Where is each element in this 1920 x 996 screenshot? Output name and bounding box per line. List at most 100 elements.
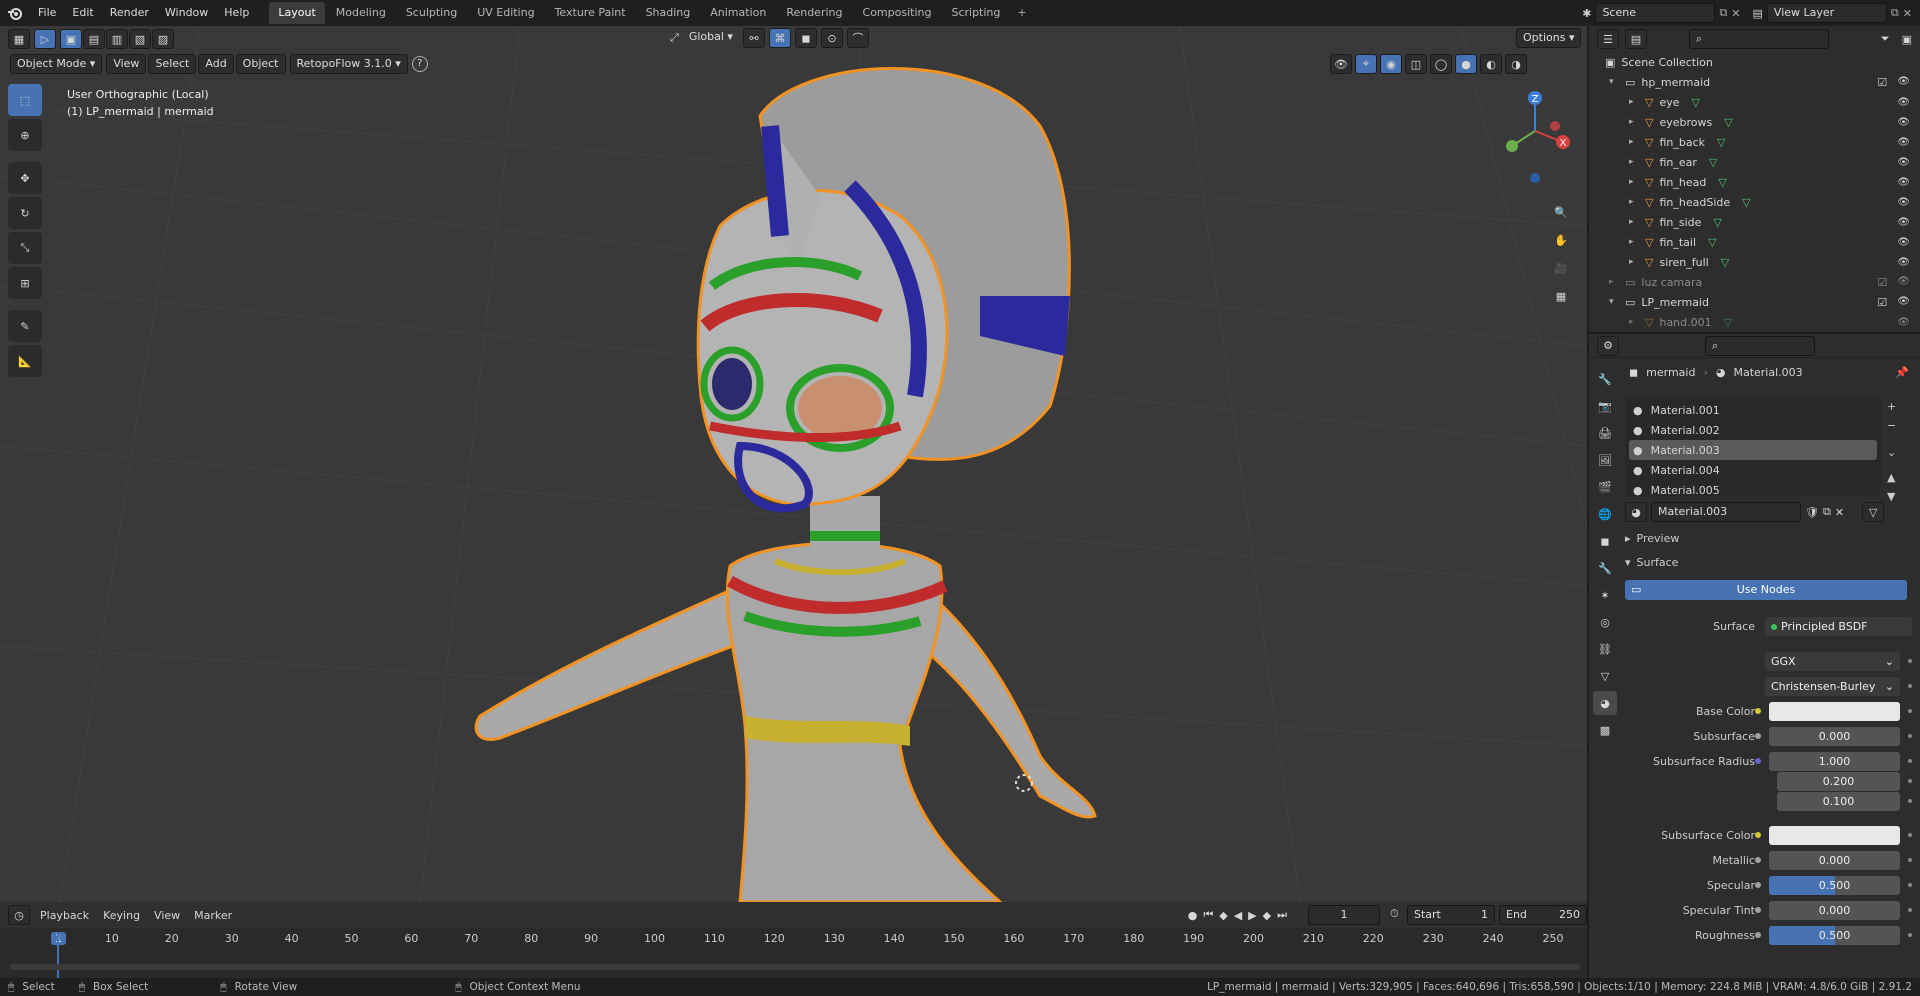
visibility-eye-icon[interactable]: 👁	[1897, 197, 1910, 208]
visibility-eye-icon[interactable]: 👁	[1897, 276, 1910, 289]
constraints-tab-icon[interactable]: ⛓	[1593, 637, 1617, 661]
object-row[interactable]: ▸ ▽ eye ▽ 👁	[1597, 92, 1920, 112]
properties-search[interactable]: ⌕	[1705, 335, 1815, 356]
metallic-field[interactable]: 0.000	[1769, 850, 1900, 870]
viewport-menu-view[interactable]: View	[106, 54, 147, 74]
world-tab-icon[interactable]: 🌐	[1593, 502, 1617, 526]
mode-selector[interactable]: Object Mode ▾	[10, 54, 103, 74]
cursor-tool[interactable]: ⊕	[8, 119, 42, 151]
properties-editor[interactable]: ⚙ ⌕ 🔧 📷 🖨 🖼 🎬 🌐 ◼ 🔧 ✶ ◎ ⛓ ▽ ◕ ▩ ◼ mermai…	[1589, 334, 1920, 978]
base-color-keyframe-icon[interactable]	[1908, 709, 1912, 713]
tab-compositing[interactable]: Compositing	[854, 2, 941, 24]
collapse-icon[interactable]: ▾	[1609, 77, 1619, 87]
menu-render[interactable]: Render	[102, 2, 157, 24]
subsurface-radius-socket-icon[interactable]	[1755, 758, 1761, 764]
subsurface-method-select[interactable]: Christensen-Burley ⌄	[1765, 676, 1900, 696]
outliner[interactable]: ☰ ▤ ⌕ ⏷ ▣ ▣ Scene Collection ▾ ▭ hp_mermai…	[1589, 26, 1920, 332]
subsurface-color-keyframe-icon[interactable]	[1908, 833, 1912, 837]
play-reverse-icon[interactable]: ◀	[1234, 909, 1242, 922]
visibility-eye-icon[interactable]: 👁	[1897, 97, 1910, 108]
xray-icon[interactable]: ◫	[1405, 54, 1427, 74]
specular-tint-keyframe-icon[interactable]	[1908, 908, 1912, 912]
object-row[interactable]: ▸ ▽ eyebrows ▽ 👁	[1597, 112, 1920, 132]
jump-end-icon[interactable]: ⏭	[1277, 908, 1287, 922]
play-icon[interactable]: ▶	[1248, 909, 1256, 922]
roughness-slider[interactable]: 0.500	[1769, 925, 1900, 945]
subsurface-color-swatch[interactable]	[1769, 825, 1900, 845]
timeline-menu-playback[interactable]: Playback	[36, 909, 93, 922]
material-name-field[interactable]: Material.003	[1651, 502, 1801, 522]
move-tool[interactable]: ✥	[8, 162, 42, 194]
exclude-checkbox[interactable]: ☑	[1877, 276, 1887, 289]
surface-section[interactable]: ▾ Surface	[1625, 556, 1678, 569]
specular-tint-socket-icon[interactable]	[1755, 907, 1761, 913]
exclude-checkbox[interactable]: ☑	[1877, 76, 1887, 89]
expand-icon[interactable]: ▸	[1629, 317, 1639, 327]
metallic-keyframe-icon[interactable]	[1908, 858, 1912, 862]
object-row[interactable]: ▸ ▽ fin_ear ▽ 👁	[1597, 152, 1920, 172]
current-frame-field[interactable]: 1	[1308, 905, 1380, 925]
visibility-eye-icon[interactable]: 👁	[1897, 157, 1910, 168]
navigation-gizmo[interactable]: Z X	[1500, 86, 1570, 196]
material-shading-icon[interactable]: ◐	[1480, 54, 1502, 74]
distribution-select[interactable]: GGX ⌄	[1765, 651, 1900, 671]
view-layer-selector[interactable]: ▤ View Layer ⧉ ✕	[1753, 3, 1912, 23]
playhead-line[interactable]	[57, 932, 59, 978]
record-icon[interactable]: ●	[1188, 909, 1198, 922]
ortho-toggle-icon[interactable]: ▦	[1547, 282, 1575, 310]
tab-modeling[interactable]: Modeling	[327, 2, 395, 24]
mesh-data-icon[interactable]: ▽	[1708, 236, 1716, 249]
viewport-menu-select[interactable]: Select	[148, 54, 197, 74]
object-row[interactable]: ▸ ▽ fin_back ▽ 👁	[1597, 132, 1920, 152]
mesh-data-icon[interactable]: ▽	[1742, 196, 1750, 209]
expand-icon[interactable]: ▸	[1629, 137, 1639, 147]
move-slot-up-icon[interactable]: ▲	[1887, 471, 1896, 484]
menu-window[interactable]: Window	[157, 2, 216, 24]
expand-icon[interactable]: ▸	[1629, 177, 1639, 187]
scale-tool[interactable]: ⤡	[8, 232, 42, 264]
subsurface-field[interactable]: 0.000	[1769, 726, 1900, 746]
pivot-icon[interactable]: ⚯	[742, 28, 765, 48]
mesh-data-icon[interactable]: ▽	[1724, 316, 1732, 329]
subsurface-method-keyframe-icon[interactable]	[1908, 684, 1912, 688]
select-subtract-icon[interactable]: ▥	[106, 29, 128, 49]
snap-icon[interactable]: ⌘	[768, 28, 791, 48]
rotate-tool[interactable]: ↻	[8, 197, 42, 229]
render-tab-icon[interactable]: 📷	[1593, 394, 1617, 418]
properties-editor-icon[interactable]: ⚙	[1597, 335, 1619, 356]
scene-selector[interactable]: ✱ Scene ⧉ ✕	[1582, 3, 1741, 23]
specular-tint-field[interactable]: 0.000	[1769, 900, 1900, 920]
collection-row[interactable]: ▸ ▭ luz camara ☑ 👁	[1597, 272, 1920, 292]
object-row[interactable]: ▸ ▽ fin_head ▽ 👁	[1597, 172, 1920, 192]
orientation-field[interactable]: Global ▾	[683, 28, 739, 48]
specular-slider[interactable]: 0.500	[1769, 875, 1900, 895]
subsurface-radius-y-field[interactable]: 0.200	[1777, 771, 1900, 791]
filter-icon[interactable]: ⏷	[1881, 32, 1890, 46]
mesh-data-icon[interactable]: ▽	[1717, 136, 1725, 149]
visibility-eye-icon[interactable]: 👁	[1897, 76, 1910, 89]
timeline-menu-marker[interactable]: Marker	[190, 909, 236, 922]
subsurface-radius-x-field[interactable]: 1.000	[1769, 751, 1900, 771]
modifier-tab-icon[interactable]: 🔧	[1593, 556, 1617, 580]
unlink-material-icon[interactable]: ✕	[1835, 506, 1844, 519]
tab-texture-paint[interactable]: Texture Paint	[546, 2, 635, 24]
select-intersect-icon[interactable]: ▨	[152, 29, 174, 49]
collapse-icon[interactable]: ▾	[1609, 297, 1619, 307]
transform-orientation[interactable]: ⤢ Global ▾ ⚯ ⌘ ◼ ⊙ ⌒	[670, 28, 869, 48]
view-layer-tab-icon[interactable]: 🖼	[1593, 448, 1617, 472]
select-new-icon[interactable]: ▣	[60, 29, 82, 49]
specular-keyframe-icon[interactable]	[1908, 883, 1912, 887]
delete-view-layer-icon[interactable]: ✕	[1903, 7, 1912, 20]
visibility-eye-icon[interactable]: 👁	[1897, 117, 1910, 128]
expand-icon[interactable]: ▸	[1629, 97, 1639, 107]
subsurface-keyframe-icon[interactable]	[1908, 734, 1912, 738]
outliner-search[interactable]: ⌕	[1689, 29, 1829, 49]
timeline-editor-icon[interactable]: ◷	[8, 905, 30, 925]
blender-logo-icon[interactable]	[0, 5, 30, 21]
timeline-menu-view[interactable]: View	[150, 909, 184, 922]
mesh-data-icon[interactable]: ▽	[1724, 116, 1732, 129]
object-row[interactable]: ▸ ▽ fin_side ▽ 👁	[1597, 212, 1920, 232]
object-row[interactable]: ▸ ▽ fin_tail ▽ 👁	[1597, 232, 1920, 252]
remove-slot-icon[interactable]: −	[1887, 419, 1896, 432]
tab-rendering[interactable]: Rendering	[777, 2, 851, 24]
